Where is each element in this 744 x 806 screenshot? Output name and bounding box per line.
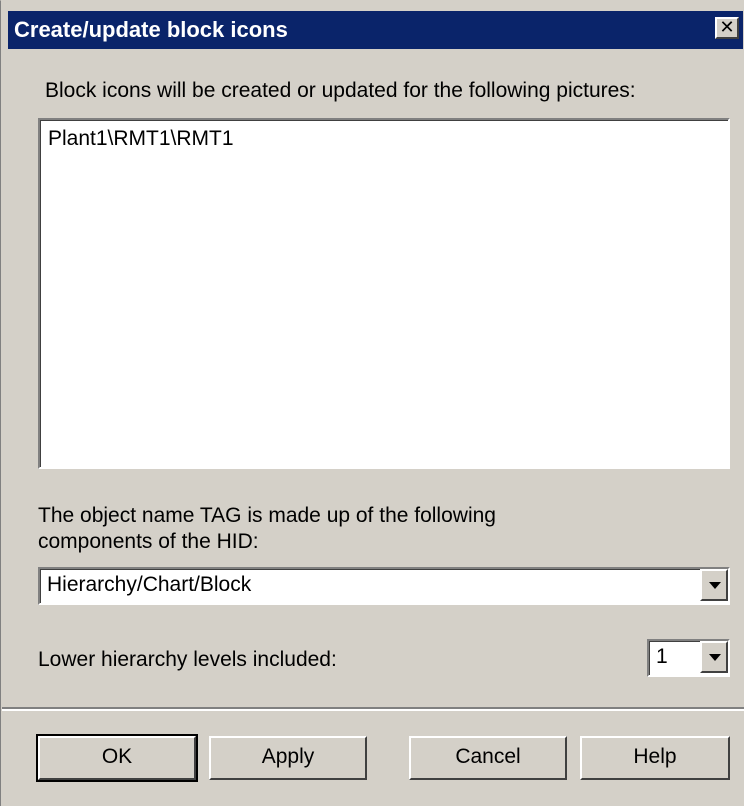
close-icon: ✕ <box>719 17 735 37</box>
chevron-down-icon <box>709 582 721 589</box>
tag-components-select[interactable]: Hierarchy/Chart/Block <box>38 567 730 605</box>
cancel-button[interactable]: Cancel <box>409 736 567 780</box>
lower-levels-label: Lower hierarchy levels included: <box>38 648 337 671</box>
ok-button[interactable]: OK <box>36 734 198 782</box>
title-bar[interactable]: Create/update block icons ✕ <box>8 11 743 49</box>
tag-components-label-line1: The object name TAG is made up of the fo… <box>38 504 496 527</box>
pictures-intro-label: Block icons will be created or updated f… <box>45 79 636 102</box>
tag-components-dropdown-button[interactable] <box>700 569 728 601</box>
apply-button[interactable]: Apply <box>209 736 367 780</box>
dialog-title: Create/update block icons <box>14 17 288 42</box>
dialog-window: Create/update block icons ✕ Block icons … <box>0 0 744 806</box>
pictures-listbox[interactable]: Plant1\RMT1\RMT1 <box>38 118 730 469</box>
chevron-down-icon <box>709 654 721 661</box>
tag-components-label-line2: components of the HID: <box>38 530 259 553</box>
tag-components-value: Hierarchy/Chart/Block <box>47 573 252 596</box>
close-button[interactable]: ✕ <box>715 17 739 39</box>
lower-levels-dropdown-button[interactable] <box>700 641 728 673</box>
lower-levels-select[interactable]: 1 <box>647 639 730 677</box>
button-separator <box>2 707 744 711</box>
list-item[interactable]: Plant1\RMT1\RMT1 <box>48 127 234 151</box>
lower-levels-value: 1 <box>656 645 668 668</box>
help-button[interactable]: Help <box>580 736 730 780</box>
